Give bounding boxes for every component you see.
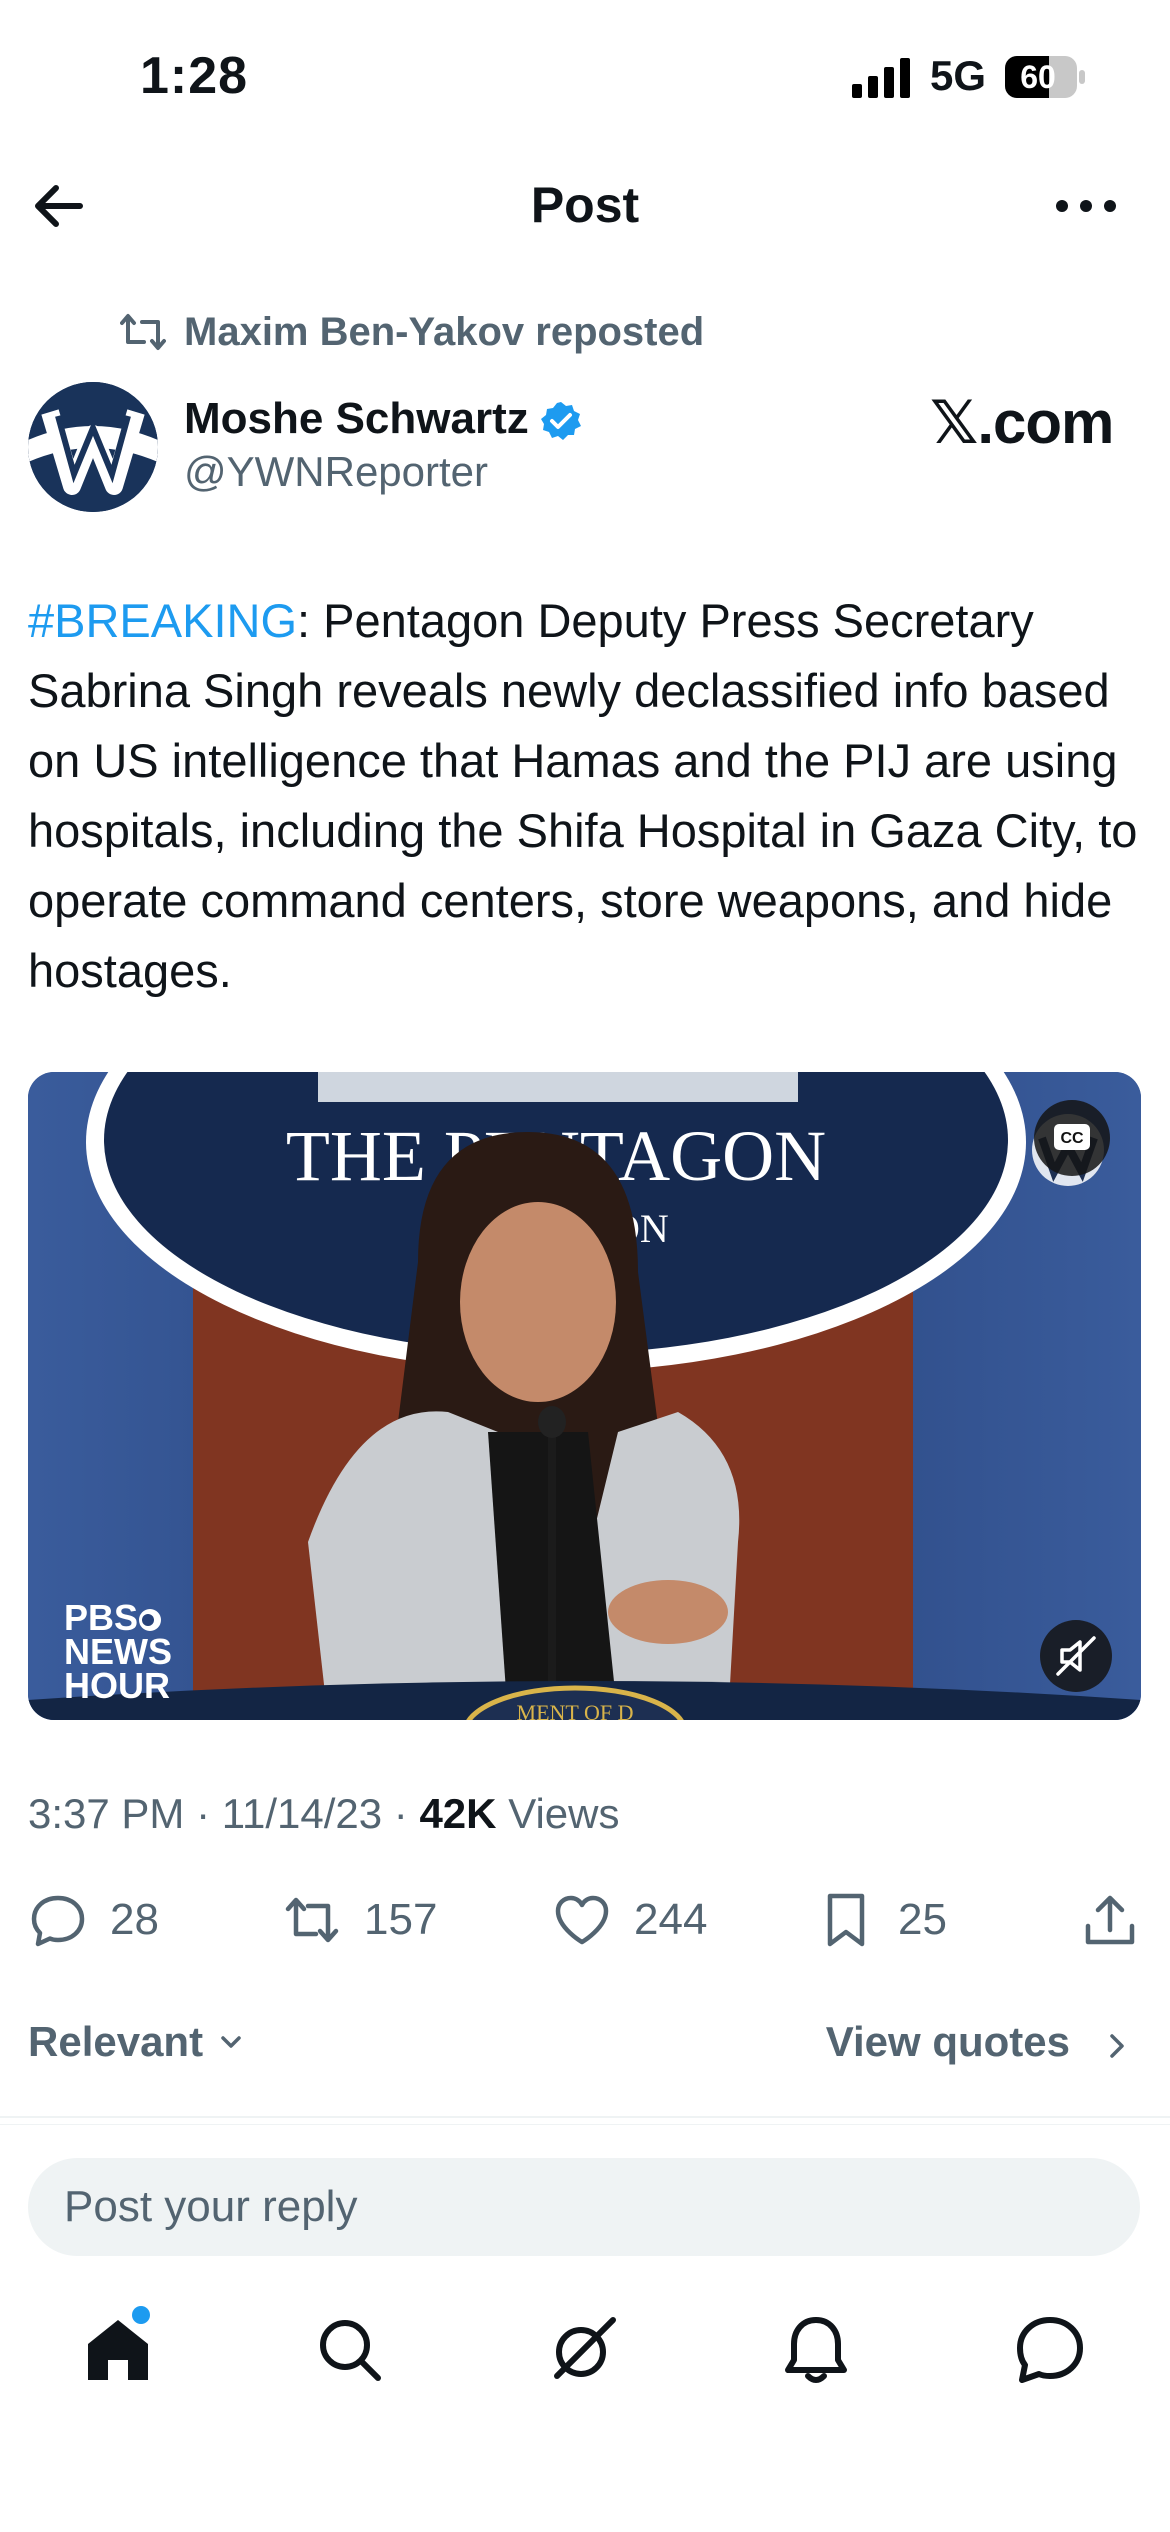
podium-text: MENT OF D bbox=[517, 1700, 634, 1720]
share-button[interactable] bbox=[1080, 1888, 1162, 1952]
video-frame: THE PENTAGON TON MENT OF D PBS NEWS HOUR bbox=[28, 1072, 1141, 1720]
chevron-right-icon bbox=[1110, 2034, 1124, 2058]
closed-captions-button[interactable]: CC bbox=[1034, 1100, 1110, 1176]
sort-label: Relevant bbox=[28, 2018, 204, 2065]
bookmark-button[interactable]: 25 bbox=[816, 1888, 947, 1952]
grok-icon[interactable] bbox=[543, 2310, 623, 2390]
post-body: : Pentagon Deputy Press Secretary Sabrin… bbox=[28, 594, 1138, 997]
status-time: 1:28 bbox=[140, 47, 249, 105]
battery-level: 60 bbox=[1020, 59, 1056, 95]
views-label: Views bbox=[508, 1790, 620, 1837]
cc-label: CC bbox=[1060, 1130, 1084, 1147]
pbs-logo-line-3: HOUR bbox=[64, 1665, 170, 1706]
ywn-logo-icon bbox=[28, 382, 158, 512]
author-name[interactable]: Moshe Schwartz bbox=[184, 394, 529, 444]
post-date: 11/14/23 bbox=[221, 1790, 383, 1837]
signal-icon bbox=[852, 58, 910, 98]
page-title: Post bbox=[530, 177, 640, 233]
divider bbox=[0, 2116, 1170, 2118]
network-label: 5G bbox=[930, 52, 987, 99]
author-handle[interactable]: @YWNReporter bbox=[184, 448, 488, 496]
view-quotes-link[interactable]: View quotes bbox=[826, 2018, 1070, 2066]
post-text: #BREAKING: Pentagon Deputy Press Secreta… bbox=[28, 586, 1148, 1006]
reply-input[interactable] bbox=[28, 2158, 1140, 2256]
search-icon[interactable] bbox=[310, 2310, 390, 2390]
post-timestamp: 3:37 PM · 11/14/23 · 42K Views bbox=[28, 1790, 620, 1837]
reply-button[interactable]: 28 bbox=[28, 1888, 159, 1952]
repost-count: 157 bbox=[364, 1895, 438, 1944]
verified-badge-icon bbox=[541, 402, 581, 440]
more-options-icon[interactable] bbox=[1054, 186, 1118, 226]
cc-icon: CC bbox=[1054, 1124, 1090, 1150]
post-time: 3:37 PM bbox=[28, 1790, 185, 1837]
repost-button[interactable]: 157 bbox=[282, 1888, 437, 1952]
like-count: 244 bbox=[634, 1895, 708, 1944]
mute-button[interactable] bbox=[1040, 1620, 1112, 1692]
divider bbox=[0, 2124, 1170, 2125]
reposted-by-label[interactable]: Maxim Ben-Yakov reposted bbox=[184, 310, 704, 355]
share-icon bbox=[1085, 1895, 1135, 1945]
bell-icon[interactable] bbox=[776, 2310, 856, 2390]
hashtag-link[interactable]: #BREAKING bbox=[28, 594, 297, 647]
heart-icon bbox=[555, 1895, 609, 1945]
reply-count: 28 bbox=[110, 1895, 159, 1944]
bookmark-count: 25 bbox=[898, 1895, 947, 1944]
views-count: 42K bbox=[419, 1790, 497, 1837]
reply-icon bbox=[31, 1895, 85, 1947]
repost-icon bbox=[285, 1897, 339, 1943]
home-icon[interactable] bbox=[78, 2310, 158, 2390]
bookmark-icon bbox=[827, 1893, 865, 1947]
avatar[interactable] bbox=[28, 382, 158, 512]
sort-relevant-dropdown[interactable]: Relevant bbox=[28, 2018, 251, 2066]
repost-icon bbox=[120, 314, 166, 350]
chevron-down-icon bbox=[221, 2036, 241, 2048]
like-button[interactable]: 244 bbox=[552, 1888, 707, 1952]
speaker-muted-icon bbox=[1056, 1636, 1096, 1676]
video-player[interactable]: THE PENTAGON TON MENT OF D PBS NEWS HOUR bbox=[28, 1072, 1141, 1720]
x-com-watermark: 𝕏.com bbox=[930, 389, 1114, 456]
messages-icon[interactable] bbox=[1010, 2310, 1090, 2390]
